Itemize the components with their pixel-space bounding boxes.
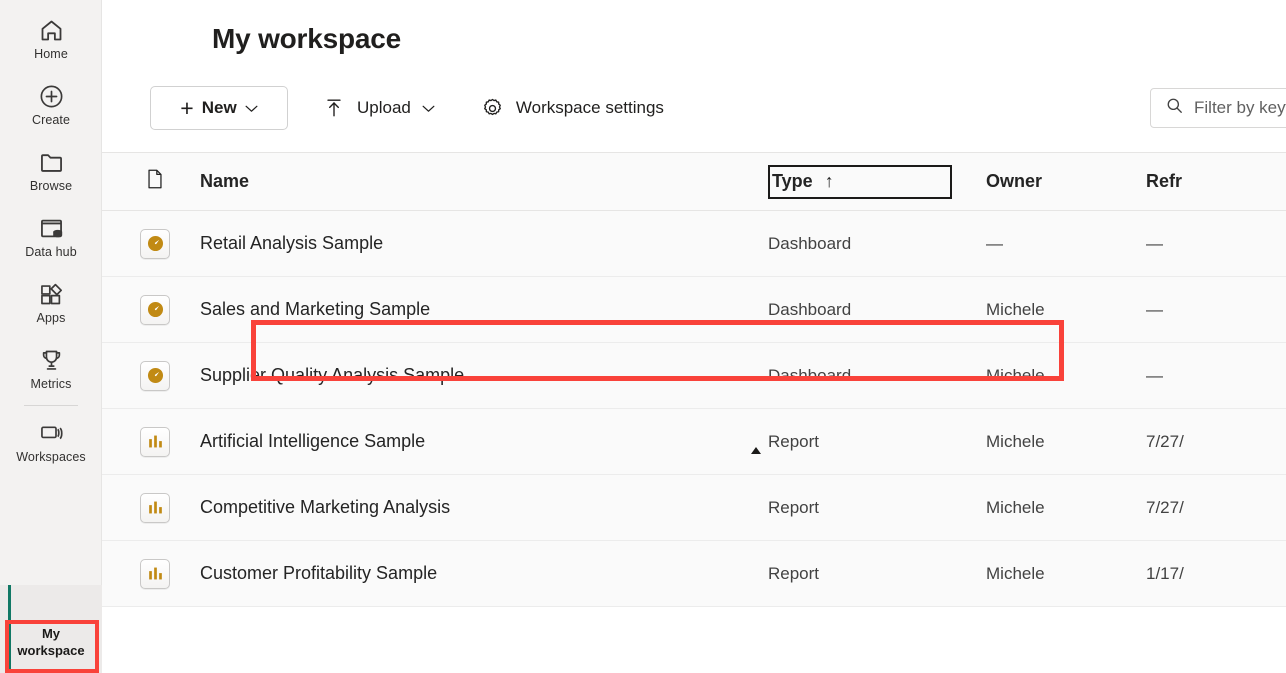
data-hub-icon	[37, 214, 65, 242]
row-type: Report	[768, 497, 820, 517]
dashboard-icon	[140, 294, 170, 325]
sidebar-item-my-workspace-label: My workspace	[0, 625, 102, 659]
new-button[interactable]: + New	[150, 86, 288, 130]
sidebar-item-create[interactable]: Create	[0, 72, 102, 138]
my-workspace-line2: workspace	[17, 643, 85, 658]
row-name[interactable]: Customer Profitability Sample	[188, 563, 768, 584]
gear-icon	[481, 96, 505, 120]
row-type: Dashboard	[768, 365, 852, 385]
column-header-refreshed[interactable]: Refr	[1146, 171, 1286, 192]
dashboard-icon	[140, 360, 170, 391]
apps-icon	[37, 280, 65, 308]
command-bar: + New Upload Workspace settings	[102, 82, 1286, 134]
main-content: My workspace + New Upload Workspace sett…	[102, 0, 1286, 673]
row-refreshed: —	[1146, 299, 1163, 319]
row-refreshed: 7/27/	[1146, 431, 1184, 451]
upload-icon	[322, 96, 346, 120]
home-icon	[37, 16, 65, 44]
column-header-name[interactable]: Name	[188, 171, 768, 192]
row-type: Dashboard	[768, 233, 852, 253]
sidebar-item-label: Metrics	[30, 377, 72, 391]
workspaces-icon	[37, 419, 65, 447]
sidebar-item-label: Workspaces	[16, 450, 86, 464]
row-icon-cell	[102, 294, 188, 325]
sidebar-item-home[interactable]: Home	[0, 6, 102, 72]
table-header-row: Name Type ↑ Owner Refr	[102, 153, 1286, 211]
upload-button[interactable]: Upload	[310, 86, 447, 130]
row-type: Dashboard	[768, 299, 852, 319]
type-header-focus-box[interactable]: Type ↑	[768, 164, 952, 199]
sidebar-item-data-hub[interactable]: Data hub	[0, 204, 102, 270]
row-refreshed: —	[1146, 233, 1163, 253]
sidebar-item-browse[interactable]: Browse	[0, 138, 102, 204]
row-owner: —	[986, 233, 1003, 253]
plus-icon: +	[180, 94, 194, 121]
column-header-type-label: Type	[772, 170, 813, 191]
cursor-caret-marker	[750, 447, 762, 455]
table-row[interactable]: Artificial Intelligence Sample Report Mich…	[102, 409, 1286, 475]
table-row[interactable]: Sales and Marketing Sample Dashboard Miche…	[102, 277, 1286, 343]
row-refreshed: —	[1146, 365, 1163, 385]
sidebar-divider	[23, 405, 78, 406]
sidebar-item-label: Apps	[36, 311, 66, 325]
row-name[interactable]: Artificial Intelligence Sample	[188, 431, 768, 452]
dashboard-icon	[140, 228, 170, 259]
search-icon	[1165, 96, 1184, 120]
table-row[interactable]: Customer Profitability Sample Report Miche…	[102, 541, 1286, 607]
page-title: My workspace	[212, 23, 402, 54]
chevron-down-icon	[422, 98, 435, 118]
sidebar-item-label: Home	[34, 47, 68, 61]
report-icon	[140, 558, 170, 589]
sidebar-item-workspaces[interactable]: Workspaces	[0, 409, 102, 475]
row-name[interactable]: Sales and Marketing Sample	[188, 299, 768, 320]
row-owner: Michele	[986, 563, 1045, 583]
row-type: Report	[768, 563, 820, 583]
sidebar-item-label: Browse	[29, 179, 73, 193]
row-owner: Michele	[986, 365, 1045, 385]
upload-button-label: Upload	[357, 98, 411, 117]
row-owner: Michele	[986, 299, 1045, 319]
row-name[interactable]: Retail Analysis Sample	[188, 233, 768, 254]
filter-search-box[interactable]	[1150, 88, 1286, 128]
row-refreshed: 1/17/	[1146, 563, 1184, 583]
chevron-down-icon	[245, 98, 258, 118]
sidebar-item-apps[interactable]: Apps	[0, 270, 102, 336]
trophy-icon	[37, 346, 65, 374]
table-body: Retail Analysis Sample Dashboard — — Sales a…	[102, 211, 1286, 607]
workspace-settings-button[interactable]: Workspace settings	[469, 86, 676, 130]
row-refreshed: 7/27/	[1146, 497, 1184, 517]
row-icon-cell	[102, 228, 188, 259]
my-workspace-line1: My	[41, 626, 61, 641]
report-icon	[140, 492, 170, 523]
sidebar-item-label: Data hub	[25, 245, 77, 259]
row-icon-cell	[102, 426, 188, 457]
file-icon	[145, 168, 165, 195]
column-header-icon[interactable]	[102, 168, 188, 195]
new-button-label: New	[201, 98, 237, 117]
workspace-items-table: Name Type ↑ Owner Refr Retail Analysis S…	[102, 153, 1286, 607]
sort-ascending-icon: ↑	[824, 171, 834, 191]
left-navigation: Home Create Browse Data hub Apps Metrics…	[0, 0, 102, 673]
table-row[interactable]: Supplier Quality Analysis Sample Dashboar…	[102, 343, 1286, 409]
table-row[interactable]: Competitive Marketing Analysis Report Mich…	[102, 475, 1286, 541]
row-name[interactable]: Competitive Marketing Analysis	[188, 497, 768, 518]
row-icon-cell	[102, 492, 188, 523]
row-type: Report	[768, 431, 820, 451]
workspace-settings-label: Workspace settings	[515, 98, 664, 117]
folder-icon	[37, 148, 65, 176]
column-header-type[interactable]: Type ↑	[768, 164, 986, 199]
row-owner: Michele	[986, 497, 1045, 517]
row-name[interactable]: Supplier Quality Analysis Sample	[188, 365, 768, 386]
row-icon-cell	[102, 360, 188, 391]
row-icon-cell	[102, 558, 188, 589]
report-icon	[140, 426, 170, 457]
plus-circle-icon	[37, 82, 65, 110]
search-input[interactable]	[1194, 98, 1286, 118]
row-owner: Michele	[986, 431, 1045, 451]
power-bi-workspace-page: Home Create Browse Data hub Apps Metrics…	[0, 0, 1286, 673]
sidebar-item-label: Create	[31, 113, 71, 127]
column-header-owner[interactable]: Owner	[986, 171, 1146, 192]
table-row[interactable]: Retail Analysis Sample Dashboard — —	[102, 211, 1286, 277]
sidebar-item-metrics[interactable]: Metrics	[0, 336, 102, 402]
